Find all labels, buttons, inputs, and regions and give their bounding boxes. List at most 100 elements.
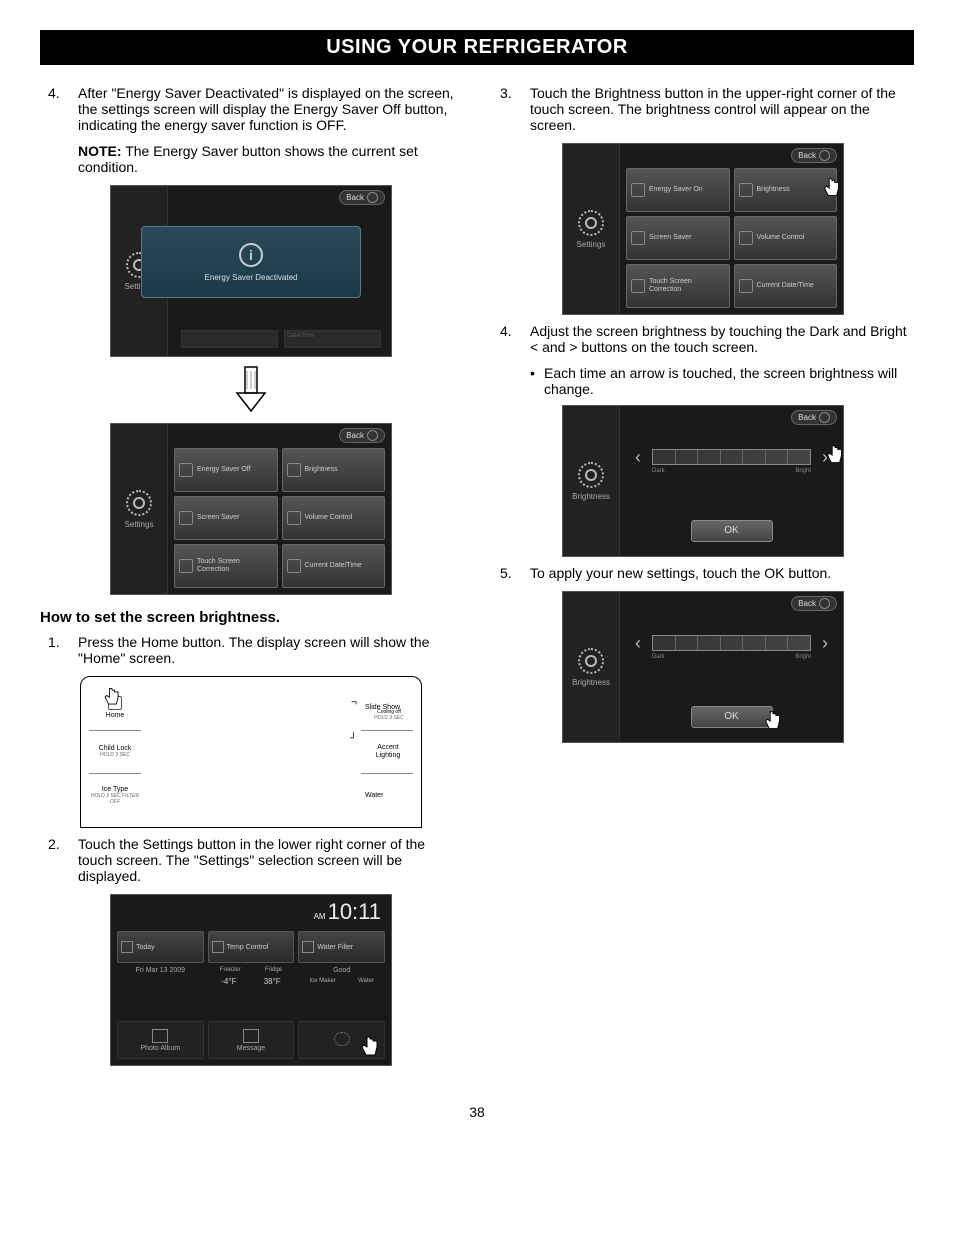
tile-label: Volume Control <box>757 234 805 242</box>
clock-icon <box>287 559 301 573</box>
back-arrow-icon <box>367 192 378 203</box>
dark-arrow-button[interactable]: ‹ <box>630 446 646 468</box>
tile-label: Temp Control <box>227 944 269 951</box>
note-text: The Energy Saver button shows the curren… <box>78 143 418 175</box>
tile-label: Photo Album <box>140 1045 180 1052</box>
message-icon <box>243 1029 259 1043</box>
child-lock-button[interactable]: Child Lock HOLD 3 SEC <box>89 731 141 775</box>
filter-icon <box>302 941 314 953</box>
side-label: Settings <box>125 520 154 529</box>
tile-label: Brightness <box>305 466 338 474</box>
bullet-dot: • <box>530 365 544 397</box>
tile-brightness[interactable]: Brightness <box>282 448 386 492</box>
step-text: Adjust the screen brightness by touching… <box>530 323 914 355</box>
home-button[interactable]: Home <box>89 687 141 731</box>
touch-icon <box>631 279 645 293</box>
tile-touch-correction[interactable]: Touch Screen Correction <box>626 264 730 308</box>
tile-screen-saver[interactable]: Screen Saver <box>174 496 278 540</box>
back-label: Back <box>346 193 364 202</box>
tile-volume[interactable]: Volume Control <box>282 496 386 540</box>
step-text: Touch the Settings button in the lower r… <box>78 836 462 884</box>
back-label: Back <box>346 431 364 440</box>
accent-lighting-button[interactable]: Accent Lighting <box>361 731 413 775</box>
thermometer-icon <box>212 941 224 953</box>
tile-label: Screen Saver <box>197 514 239 522</box>
brightness-icon <box>739 183 753 197</box>
hook-icon: ┘ <box>350 733 357 744</box>
note-block: NOTE: The Energy Saver button shows the … <box>40 143 462 175</box>
tile-photo-album[interactable]: Photo Album <box>117 1021 204 1059</box>
hook-icon: ¬ <box>351 697 357 708</box>
back-arrow-icon <box>819 598 830 609</box>
pointing-hand-icon <box>818 175 846 203</box>
tile-label: Brightness <box>757 186 790 194</box>
back-button[interactable]: Back <box>791 410 837 425</box>
faint-tiles: Date/Time <box>181 330 381 348</box>
tile-screen-saver[interactable]: Screen Saver <box>626 216 730 260</box>
dark-arrow-button[interactable]: ‹ <box>630 632 646 654</box>
bright-arrow-button[interactable]: › <box>817 446 833 468</box>
tile-today[interactable]: Today <box>117 931 204 963</box>
screensaver-icon <box>179 511 193 525</box>
calendar-icon <box>121 941 133 953</box>
down-arrow-icon <box>231 365 271 415</box>
tile-date-time[interactable]: Current Date/Time <box>734 264 838 308</box>
tile-brightness[interactable]: Brightness <box>734 168 838 212</box>
gear-icon <box>578 648 604 674</box>
back-arrow-icon <box>819 412 830 423</box>
ice-type-button[interactable]: Ice Type HOLD 3 SEC FILTER OFF <box>89 774 141 817</box>
step-number: 2. <box>40 836 78 884</box>
tile-temp-control[interactable]: Temp Control <box>208 931 295 963</box>
date-display: Fri Mar 13 2009 <box>117 963 204 997</box>
tile-volume[interactable]: Volume Control <box>734 216 838 260</box>
ok-button[interactable]: OK <box>691 706 773 728</box>
time-value: 10:11 <box>328 899 381 924</box>
ok-button[interactable]: OK <box>691 520 773 542</box>
back-button[interactable]: Back <box>791 596 837 611</box>
side-label: Settings <box>577 240 606 249</box>
bright-arrow-button[interactable]: › <box>817 632 833 654</box>
energy-saver-dialog-screen: Settings Back i Energy Saver Deactivated… <box>110 185 392 357</box>
gear-icon <box>578 210 604 236</box>
brightness-slider[interactable] <box>652 635 811 651</box>
step-number: 5. <box>492 565 530 581</box>
tile-settings[interactable] <box>298 1021 385 1059</box>
step-text: Touch the Brightness button in the upper… <box>530 85 914 133</box>
btn-label: Home <box>106 712 125 720</box>
am-pm-label: AM <box>314 912 326 921</box>
tile-touch-correction[interactable]: Touch Screen Correction <box>174 544 278 588</box>
brightness-slider[interactable] <box>652 449 811 465</box>
back-button[interactable]: Back <box>339 428 385 443</box>
tile-energy-saver[interactable]: Energy Saver On <box>626 168 730 212</box>
step-2: 2. Touch the Settings button in the lowe… <box>40 836 462 884</box>
back-arrow-icon <box>367 430 378 441</box>
btn-label: Water <box>365 792 383 800</box>
back-button[interactable]: Back <box>339 190 385 205</box>
screensaver-icon <box>631 231 645 245</box>
filter-status: Good Ice MakerWater <box>298 963 385 997</box>
tile-message[interactable]: Message <box>208 1021 295 1059</box>
page-number: 38 <box>40 1104 914 1120</box>
back-button[interactable]: Back <box>791 148 837 163</box>
tile-label: Touch Screen Correction <box>197 558 273 573</box>
two-column-layout: 4. After "Energy Saver Deactivated" is d… <box>40 85 914 1074</box>
gear-icon <box>126 490 152 516</box>
cooling-off-label: Cooling off HOLD 3 SEC <box>359 709 419 721</box>
tile-energy-saver[interactable]: Energy Saver Off <box>174 448 278 492</box>
back-label: Back <box>798 599 816 608</box>
bullet-item: • Each time an arrow is touched, the scr… <box>492 365 914 397</box>
info-icon: i <box>239 243 263 267</box>
volume-icon <box>287 511 301 525</box>
settings-grid-screen-right: Settings Back Energy Saver On Brightness… <box>562 143 844 315</box>
tile-label: Energy Saver On <box>649 186 703 194</box>
tile-water-filter[interactable]: Water Filter <box>298 931 385 963</box>
btn-sublabel: HOLD 3 SEC <box>100 753 130 759</box>
gear-icon <box>578 462 604 488</box>
tile-date-time[interactable]: Current Date/Time <box>282 544 386 588</box>
home-screen: Home Child Lock HOLD 3 SEC Ice Type HOLD… <box>80 676 422 828</box>
tile-label: Touch Screen Correction <box>649 278 725 293</box>
dark-label: Dark <box>652 468 665 474</box>
brightness-icon <box>287 463 301 477</box>
water-button[interactable]: Water <box>361 774 413 817</box>
energy-icon <box>631 183 645 197</box>
